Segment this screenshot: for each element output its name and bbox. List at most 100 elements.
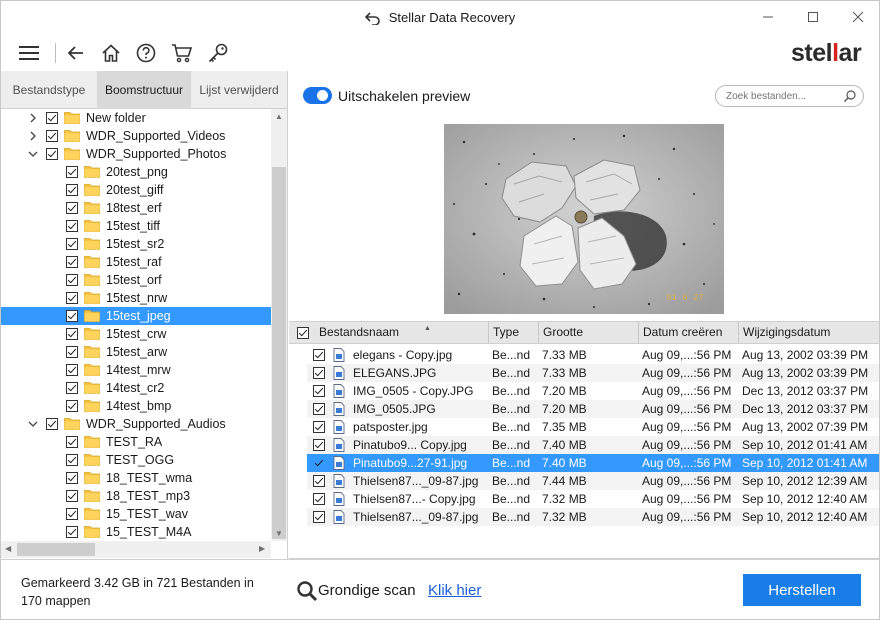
tree-item-checkbox[interactable] [66,382,78,394]
file-row-checkbox[interactable] [313,403,325,415]
tree-item[interactable]: 15test_arw [1,343,271,361]
tree-item[interactable]: 20test_giff [1,181,271,199]
search-box[interactable] [715,85,864,107]
tree-item-checkbox[interactable] [66,346,78,358]
select-all-checkbox[interactable] [297,327,309,339]
file-row[interactable]: Pinatubo9...27-91.jpg Be...nd 7.40 MB Aug 0… [307,454,879,472]
scroll-down-arrow-icon[interactable]: ▼ [275,529,283,538]
tree-item-checkbox[interactable] [66,490,78,502]
column-header-size[interactable]: Grootte [539,322,639,344]
tree-item-checkbox[interactable] [66,184,78,196]
tree-item-checkbox[interactable] [66,220,78,232]
tree-item[interactable]: 20test_png [1,163,271,181]
tree-item[interactable]: 14test_bmp [1,397,271,415]
tree-item-checkbox[interactable] [66,472,78,484]
tree-item-checkbox[interactable] [66,454,78,466]
tree-item-checkbox[interactable] [66,526,78,538]
column-header-created[interactable]: Datum creëren [639,322,739,344]
column-header-modified[interactable]: Wijzigingsdatum [739,322,879,344]
menu-button[interactable] [16,40,42,66]
search-icon[interactable] [843,89,857,103]
column-header-type[interactable]: Type [489,322,539,344]
back-button[interactable] [63,40,89,66]
tree-item-checkbox[interactable] [66,292,78,304]
tree-item[interactable]: New folder [1,109,271,127]
tree-item[interactable]: WDR_Supported_Photos [1,145,271,163]
tree-item-checkbox[interactable] [66,400,78,412]
tree-item-checkbox[interactable] [46,148,58,160]
file-row-checkbox[interactable] [313,349,325,361]
maximize-button[interactable] [790,1,836,33]
tree-item[interactable]: 15_TEST_wav [1,505,271,523]
tree-item-checkbox[interactable] [66,256,78,268]
tree-item[interactable]: 18_TEST_mp3 [1,487,271,505]
tree-item-checkbox[interactable] [46,130,58,142]
key-button[interactable] [205,40,231,66]
file-row-checkbox[interactable] [313,475,325,487]
tree-hscroll-thumb[interactable] [17,543,95,556]
tree-item-checkbox[interactable] [66,364,78,376]
file-row[interactable]: patsposter.jpg Be...nd 7.35 MB Aug 09,...:5… [307,418,879,436]
file-row[interactable]: Thielsen87..._09-87.jpg Be...nd 7.44 MB Aug… [307,472,879,490]
tree-item[interactable]: WDR_Supported_Audios [1,415,271,433]
tree-item[interactable]: TEST_OGG [1,451,271,469]
file-row-checkbox[interactable] [313,511,325,523]
file-row-checkbox[interactable] [313,493,325,505]
tree-item-checkbox[interactable] [66,310,78,322]
scroll-left-arrow-icon[interactable]: ◀ [5,544,11,553]
file-row[interactable]: Pinatubo9... Copy.jpg Be...nd 7.40 MB Aug 0… [307,436,879,454]
tree-item[interactable]: 15_TEST_M4A [1,523,271,541]
tree-horizontal-scrollbar[interactable]: ◀ ▶ [1,541,271,558]
search-input[interactable] [726,89,836,103]
file-row-checkbox[interactable] [313,457,325,469]
tree-vscroll-thumb[interactable] [272,167,286,539]
column-header-name[interactable]: ▲ Bestandsnaam [315,322,489,344]
tab-deleted-list[interactable]: Lijst verwijderd [191,71,287,109]
file-row[interactable]: elegans - Copy.jpg Be...nd 7.33 MB Aug 09,.… [307,346,879,364]
tab-tree-view[interactable]: Boomstructuur [97,71,191,109]
tree-item-checkbox[interactable] [66,238,78,250]
scroll-up-arrow-icon[interactable]: ▲ [275,112,283,121]
chevron-down-icon[interactable] [27,418,39,430]
tree-item[interactable]: 15test_raf [1,253,271,271]
chevron-right-icon[interactable] [27,112,39,124]
file-row[interactable]: Thielsen87...- Copy.jpg Be...nd 7.32 MB Aug… [307,490,879,508]
tree-item[interactable]: 18_TEST_wma [1,469,271,487]
tree-item-checkbox[interactable] [66,508,78,520]
tree-item[interactable]: 15test_orf [1,271,271,289]
tree-item[interactable]: WDR_Supported_Videos [1,127,271,145]
deep-scan-link[interactable]: Klik hier [428,582,481,599]
chevron-down-icon[interactable] [27,148,39,160]
file-row-checkbox[interactable] [313,367,325,379]
tree-item[interactable]: 15test_sr2 [1,235,271,253]
tab-file-type[interactable]: Bestandstype [1,71,97,109]
preview-toggle[interactable] [303,87,332,104]
file-row-checkbox[interactable] [313,385,325,397]
tree-item[interactable]: 18test_erf [1,199,271,217]
file-row-checkbox[interactable] [313,421,325,433]
home-button[interactable] [98,40,124,66]
cart-button[interactable] [169,40,195,66]
tree-item-checkbox[interactable] [66,328,78,340]
chevron-right-icon[interactable] [27,130,39,142]
minimize-button[interactable] [745,1,791,33]
tree-item[interactable]: 14test_cr2 [1,379,271,397]
tree-item[interactable]: 15test_crw [1,325,271,343]
tree-item-checkbox[interactable] [66,274,78,286]
recover-button[interactable]: Herstellen [743,574,861,606]
scroll-right-arrow-icon[interactable]: ▶ [259,544,265,553]
file-row[interactable]: IMG_0505.JPG Be...nd 7.20 MB Aug 09,...:56 … [307,400,879,418]
tree-item[interactable]: 15test_jpeg [1,307,271,325]
file-row[interactable]: IMG_0505 - Copy.JPG Be...nd 7.20 MB Aug 09,… [307,382,879,400]
tree-item-checkbox[interactable] [46,112,58,124]
tree-item[interactable]: TEST_RA [1,433,271,451]
tree-item-checkbox[interactable] [66,436,78,448]
tree-item[interactable]: 14test_mrw [1,361,271,379]
tree-item-checkbox[interactable] [66,166,78,178]
file-row[interactable]: ELEGANS.JPG Be...nd 7.33 MB Aug 09,...:56 P… [307,364,879,382]
close-button[interactable] [835,1,879,33]
tree-item-checkbox[interactable] [46,418,58,430]
file-row[interactable]: Thielsen87..._09-87.jpg Be...nd 7.32 MB Aug… [307,508,879,526]
tree-item-checkbox[interactable] [66,202,78,214]
help-button[interactable] [133,40,159,66]
